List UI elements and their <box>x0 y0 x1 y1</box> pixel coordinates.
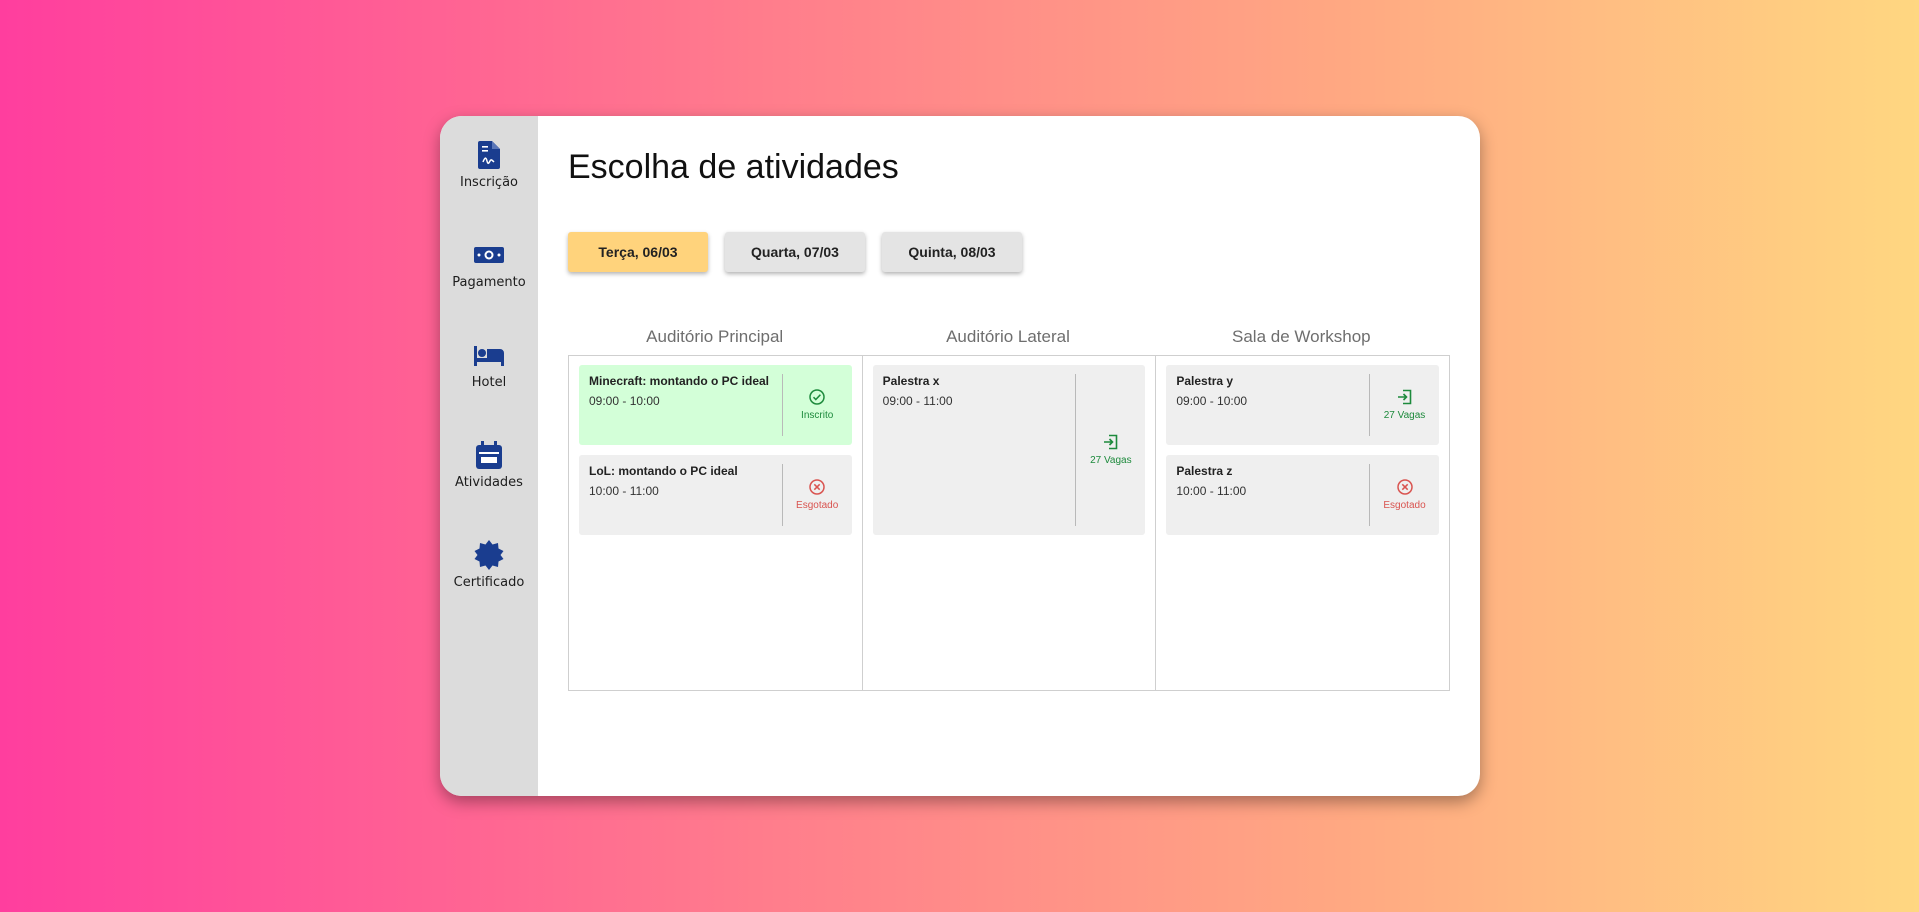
activity-name: Palestra z <box>1176 464 1233 478</box>
activity-time: 10:00 - 11:00 <box>1176 484 1247 498</box>
status-label: Esgotado <box>1383 500 1426 511</box>
registration-document-icon <box>474 140 504 170</box>
sidebar-item-pagamento[interactable]: Pagamento <box>440 240 538 340</box>
sidebar-item-label: Atividades <box>455 475 523 490</box>
activity-name: Palestra y <box>1176 374 1234 388</box>
room-title: Auditório Principal <box>646 327 784 346</box>
enrolled-status-button[interactable]: Inscrito <box>781 374 852 436</box>
enroll-button[interactable]: 27 Vagas <box>1075 374 1145 526</box>
room-column: Minecraft: montando o PC ideal 09:00 - 1… <box>569 356 863 690</box>
main-content: Escolha de atividades Terça, 06/03 Quart… <box>538 116 1480 796</box>
badge-icon <box>474 540 504 570</box>
room-column: Palestra x 09:00 - 11:00 27 Vagas <box>863 356 1157 690</box>
activity-card: Palestra y 09:00 - 10:00 27 Vagas <box>1166 365 1440 445</box>
activity-time: 09:00 - 10:00 <box>1176 394 1248 408</box>
day-button-quinta[interactable]: Quinta, 08/03 <box>882 232 1022 272</box>
activity-card: Minecraft: montando o PC ideal 09:00 - 1… <box>579 365 852 445</box>
day-button-terca[interactable]: Terça, 06/03 <box>568 232 708 272</box>
soldout-status: Esgotado <box>1369 464 1439 526</box>
activity-card: Palestra z 10:00 - 11:00 Esgotado <box>1166 455 1440 535</box>
activity-info: Palestra y 09:00 - 10:00 <box>1176 374 1369 436</box>
activity-card: Palestra x 09:00 - 11:00 27 Vagas <box>872 365 1146 535</box>
sidebar-item-atividades[interactable]: Atividades <box>440 440 538 540</box>
schedule-grid: Minecraft: montando o PC ideal 09:00 - 1… <box>568 355 1450 691</box>
money-icon <box>474 240 504 270</box>
activity-time: 09:00 - 10:00 <box>589 394 660 408</box>
calendar-icon <box>474 440 504 470</box>
sidebar-item-label: Pagamento <box>452 275 526 290</box>
activity-info: Palestra z 10:00 - 11:00 <box>1176 464 1369 526</box>
status-label: Esgotado <box>796 500 839 511</box>
activity-name: LoL: montando o PC ideal <box>589 464 738 478</box>
enter-icon <box>1103 434 1118 450</box>
activity-card: LoL: montando o PC ideal 10:00 - 11:00 E… <box>579 455 852 535</box>
sidebar: Inscrição Pagamento Hotel Atividades Cer… <box>440 116 538 796</box>
sidebar-item-hotel[interactable]: Hotel <box>440 340 538 440</box>
status-label: Inscrito <box>801 410 834 421</box>
activity-info: Palestra x 09:00 - 11:00 <box>883 374 1076 526</box>
soldout-status: Esgotado <box>781 464 852 526</box>
sidebar-item-label: Certificado <box>453 575 525 590</box>
activity-info: Minecraft: montando o PC ideal 09:00 - 1… <box>589 374 782 436</box>
enter-icon <box>1397 389 1411 405</box>
x-circle-icon <box>809 479 825 495</box>
activity-name: Minecraft: montando o PC ideal <box>589 374 770 388</box>
room-title: Auditório Lateral <box>946 327 1070 346</box>
room-column: Palestra y 09:00 - 10:00 27 Vagas Palest… <box>1156 356 1449 690</box>
status-label: 27 Vagas <box>1090 455 1132 466</box>
room-headers: Auditório Principal Auditório Lateral Sa… <box>568 327 1448 347</box>
bed-icon <box>474 340 504 370</box>
page-title: Escolha de atividades <box>568 148 899 186</box>
day-button-quarta[interactable]: Quarta, 07/03 <box>725 232 865 272</box>
day-selector: Terça, 06/03 Quarta, 07/03 Quinta, 08/03 <box>568 232 1450 272</box>
app-card: Inscrição Pagamento Hotel Atividades Cer… <box>440 116 1480 796</box>
status-label: 27 Vagas <box>1383 410 1426 421</box>
sidebar-item-certificado[interactable]: Certificado <box>440 540 538 640</box>
sidebar-item-label: Inscrição <box>459 175 519 190</box>
sidebar-item-inscricao[interactable]: Inscrição <box>440 140 538 240</box>
enroll-button[interactable]: 27 Vagas <box>1369 374 1439 436</box>
activity-info: LoL: montando o PC ideal 10:00 - 11:00 <box>589 464 782 526</box>
check-circle-icon <box>809 389 825 405</box>
sidebar-item-label: Hotel <box>471 375 507 390</box>
x-circle-icon <box>1396 479 1413 495</box>
activity-name: Palestra x <box>882 374 940 388</box>
activity-time: 10:00 - 11:00 <box>589 484 659 498</box>
room-title: Sala de Workshop <box>1232 327 1371 346</box>
activity-time: 09:00 - 11:00 <box>882 394 953 408</box>
